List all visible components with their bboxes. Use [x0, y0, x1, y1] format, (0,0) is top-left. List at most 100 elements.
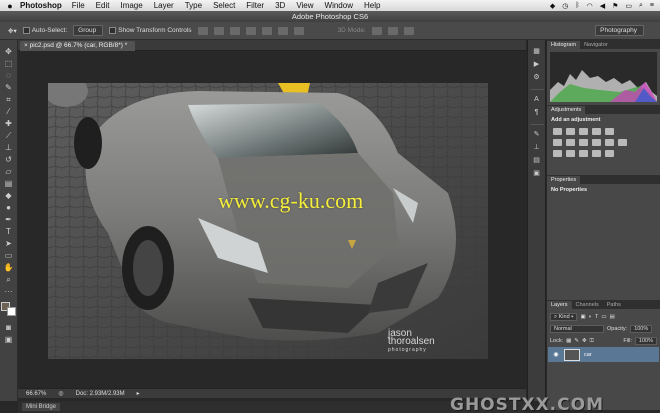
healing-brush-tool-icon[interactable]: ✚ — [2, 118, 16, 130]
tool-presets-icon[interactable]: ▤ — [531, 155, 543, 166]
align-right-icon[interactable] — [277, 26, 288, 35]
eyedropper-tool-icon[interactable]: ⁄ — [2, 106, 16, 118]
eraser-tool-icon[interactable]: ▱ — [2, 166, 16, 178]
brush-presets-icon[interactable]: ⚙ — [531, 72, 543, 83]
lasso-tool-icon[interactable]: ◌ — [2, 70, 16, 82]
menu-app-name[interactable]: Photoshop — [20, 1, 62, 10]
hue-saturation-icon[interactable] — [553, 139, 562, 146]
filter-pixel-icon[interactable]: ▣ — [580, 314, 585, 320]
vibrance-icon[interactable] — [605, 128, 614, 135]
path-select-tool-icon[interactable]: ➤ — [2, 238, 16, 250]
blend-mode-dropdown[interactable]: Normal — [550, 325, 604, 333]
dropbox-icon[interactable]: ◆ — [550, 2, 555, 10]
opacity-field[interactable]: 100% — [630, 325, 653, 333]
bluetooth-icon[interactable]: ᛒ — [575, 2, 579, 9]
selective-color-icon[interactable] — [605, 150, 614, 157]
battery-icon[interactable]: ▭ — [625, 2, 632, 10]
visibility-eye-icon[interactable]: ◉ — [552, 351, 560, 358]
fill-field[interactable]: 100% — [634, 337, 657, 345]
menu-3d[interactable]: 3D — [275, 1, 285, 10]
3d-pan-icon[interactable] — [403, 26, 414, 35]
pen-tool-icon[interactable]: ✒ — [2, 214, 16, 226]
exposure-icon[interactable] — [592, 128, 601, 135]
clone-stamp-tool-icon[interactable]: ⊥ — [2, 142, 16, 154]
swatches-panel-icon[interactable]: ▣ — [531, 168, 543, 179]
screen-mode-icon[interactable]: ▣ — [2, 334, 16, 346]
tab-channels[interactable]: Channels — [572, 301, 603, 309]
character-panel-icon[interactable]: A — [531, 94, 543, 105]
auto-select-checkbox[interactable] — [22, 26, 30, 34]
filter-adjust-icon[interactable]: ◐ — [589, 314, 592, 320]
paragraph-panel-icon[interactable]: ¶ — [531, 107, 543, 118]
filter-type-icon[interactable]: T — [595, 314, 598, 320]
transform-controls-checkbox[interactable] — [109, 26, 117, 34]
lock-paint-icon[interactable]: ✎ — [574, 338, 579, 344]
status-menu-icon[interactable]: ▸ — [137, 390, 140, 397]
marquee-tool-icon[interactable]: ⬚ — [2, 58, 16, 70]
quick-mask-icon[interactable]: ◙ — [2, 322, 16, 334]
lock-all-icon[interactable]: ⚿ — [590, 338, 594, 345]
actions-panel-icon[interactable]: ▶ — [531, 59, 543, 70]
lock-pixels-icon[interactable]: ▦ — [566, 338, 571, 344]
align-top-icon[interactable] — [197, 26, 208, 35]
tab-layers[interactable]: Layers — [547, 301, 572, 309]
lock-position-icon[interactable]: ✥ — [582, 338, 587, 344]
move-tool-icon[interactable]: ✥▾ — [8, 27, 17, 35]
brush-tool-icon[interactable]: ⟋ — [2, 130, 16, 142]
distribute-icon[interactable] — [293, 26, 304, 35]
layer-row-car[interactable]: ◉ car — [548, 347, 659, 362]
menu-view[interactable]: View — [296, 1, 313, 10]
document-canvas-image[interactable] — [48, 83, 488, 359]
color-swatches[interactable] — [1, 302, 16, 316]
menu-filter[interactable]: Filter — [246, 1, 264, 10]
list-icon[interactable]: ≡ — [650, 2, 654, 9]
brush-panel-icon[interactable]: ✎ — [531, 129, 543, 140]
gradient-map-icon[interactable] — [592, 150, 601, 157]
threshold-icon[interactable] — [579, 150, 588, 157]
channel-mixer-icon[interactable] — [605, 139, 614, 146]
status-settings-icon[interactable]: ◎ — [58, 390, 63, 397]
zoom-tool-icon[interactable]: ⌕ — [2, 274, 16, 286]
menu-help[interactable]: Help — [364, 1, 380, 10]
blur-tool-icon[interactable]: ◆ — [2, 190, 16, 202]
3d-rotate-icon[interactable] — [371, 26, 382, 35]
filter-shape-icon[interactable]: ▭ — [601, 314, 606, 320]
quick-select-tool-icon[interactable]: ✎ — [2, 82, 16, 94]
gradient-tool-icon[interactable]: ▤ — [2, 178, 16, 190]
type-tool-icon[interactable]: T — [2, 226, 16, 238]
hand-tool-icon[interactable]: ✋ — [2, 262, 16, 274]
clock-icon[interactable]: ◷ — [562, 2, 568, 10]
align-middle-icon[interactable] — [213, 26, 224, 35]
shape-tool-icon[interactable]: ▭ — [2, 250, 16, 262]
menu-select[interactable]: Select — [213, 1, 235, 10]
color-balance-icon[interactable] — [566, 139, 575, 146]
auto-select-dropdown[interactable]: Group — [73, 25, 104, 36]
clone-source-icon[interactable]: ⊥ — [531, 142, 543, 153]
volume-icon[interactable]: ◀ — [600, 2, 605, 10]
posterize-icon[interactable] — [566, 150, 575, 157]
brightness-icon[interactable] — [553, 128, 562, 135]
wifi-icon[interactable]: ◠ — [587, 2, 593, 10]
apple-icon[interactable]: ● — [0, 1, 20, 11]
history-brush-tool-icon[interactable]: ↺ — [2, 154, 16, 166]
3d-roll-icon[interactable] — [387, 26, 398, 35]
flag-icon[interactable]: ⚑ — [612, 2, 618, 10]
history-panel-icon[interactable]: ▦ — [531, 46, 543, 57]
align-bottom-icon[interactable] — [229, 26, 240, 35]
crop-tool-icon[interactable]: ⌗ — [2, 94, 16, 106]
tab-paths[interactable]: Paths — [603, 301, 625, 309]
align-left-icon[interactable] — [245, 26, 256, 35]
filter-smart-icon[interactable]: ▤ — [610, 314, 615, 320]
menu-edit[interactable]: Edit — [96, 1, 110, 10]
workspace-dropdown[interactable]: Photography — [595, 25, 644, 36]
kind-filter-dropdown[interactable]: ⌕ Kind ▾ — [550, 313, 578, 321]
background-color-swatch[interactable] — [7, 307, 16, 316]
black-white-icon[interactable] — [579, 139, 588, 146]
document-tab[interactable]: × pic2.psd @ 66.7% (car, RGB/8*) * — [20, 41, 136, 51]
menu-layer[interactable]: Layer — [154, 1, 174, 10]
search-icon[interactable]: ⌕ — [639, 2, 643, 10]
tab-properties[interactable]: Properties — [547, 176, 581, 184]
tab-adjustments[interactable]: Adjustments — [547, 106, 586, 114]
menu-image[interactable]: Image — [120, 1, 142, 10]
tab-navigator[interactable]: Navigator — [580, 41, 612, 49]
